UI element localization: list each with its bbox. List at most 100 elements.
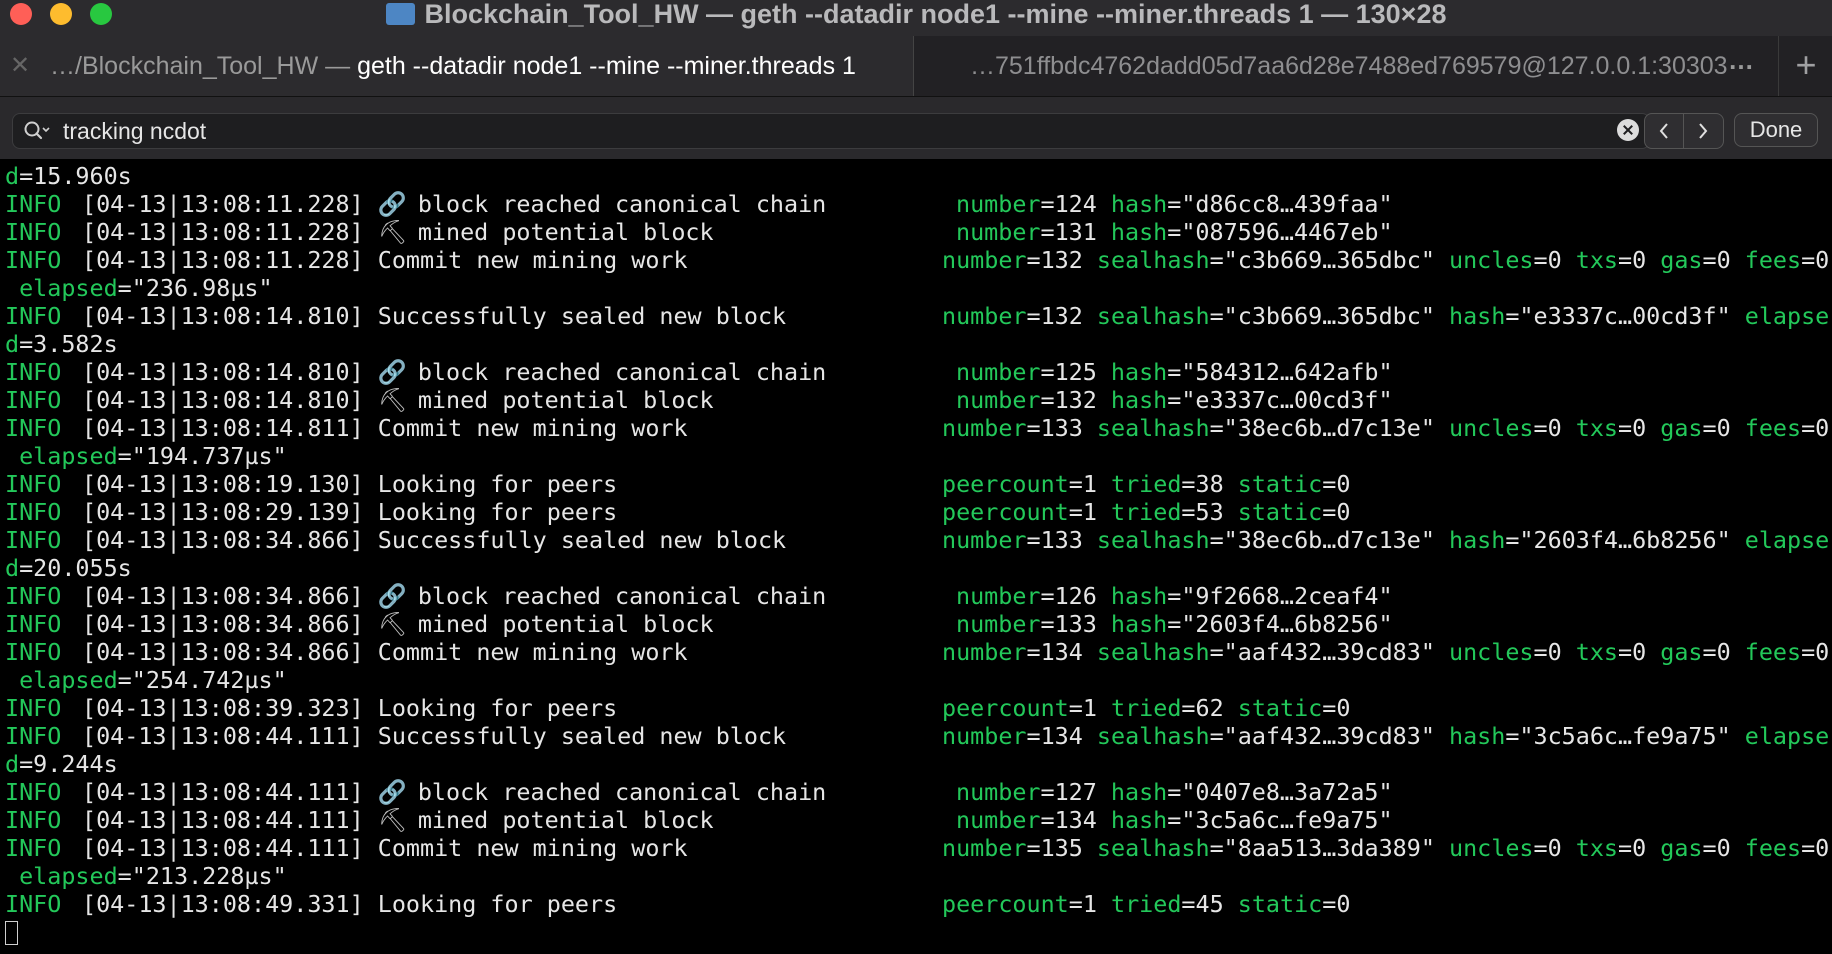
clear-icon[interactable]: [1617, 119, 1639, 141]
log-timestamp: [04-13|13:08:19.130]: [82, 470, 364, 498]
log-level: INFO: [5, 190, 62, 218]
log-field-key: fees: [1744, 246, 1802, 274]
search-input[interactable]: [63, 114, 1583, 148]
log-field-key: static: [1237, 890, 1323, 918]
log-message-text: Looking for peers: [377, 470, 618, 498]
log-field-value: ="c3b669…365dbc": [1209, 246, 1449, 274]
log-field-key: hash: [1110, 386, 1168, 414]
log-line: INFO [04-13|13:08:14.810] ⛏ mined potenti…: [0, 386, 1832, 414]
log-field-key: uncles: [1449, 834, 1534, 862]
log-field-value: =0: [1702, 414, 1745, 442]
log-field-key: fees: [1744, 834, 1802, 862]
log-timestamp: [04-13|13:08:34.866]: [82, 526, 364, 554]
log-field-value: =15.960s: [19, 162, 132, 190]
log-field-key: d: [5, 554, 20, 582]
find-previous-button[interactable]: [1645, 114, 1684, 148]
tab-geth-attach[interactable]: …751ffbdc4762dadd05d7aa6d28e7488ed769579…: [914, 36, 1754, 96]
terminal-output[interactable]: d=15.960s INFO [04-13|13:08:11.228] 🔗 bloc…: [0, 162, 1832, 954]
log-message-text: mined potential block: [417, 218, 714, 246]
log-message-text: Looking for peers: [377, 498, 618, 526]
log-line: elapsed="194.737µs": [0, 442, 1832, 470]
log-level: INFO: [5, 582, 62, 610]
log-field-value: =124: [1040, 190, 1111, 218]
log-field-value: =1: [1068, 694, 1111, 722]
log-continuation: elapsed="213.228µs": [5, 862, 287, 890]
log-timestamp: [04-13|13:08:11.228]: [82, 246, 364, 274]
log-field-value: ="236.98µs": [117, 274, 273, 302]
log-level: INFO: [5, 778, 62, 806]
log-field-key: tried: [1111, 470, 1182, 498]
log-fields: number=133 sealhash="38ec6b…d7c13e" hash…: [942, 526, 1829, 554]
log-timestamp: [04-13|13:08:14.810]: [82, 302, 364, 330]
log-line: INFO [04-13|13:08:11.228] ⛏ mined potenti…: [0, 218, 1832, 246]
log-field-key: txs: [1575, 834, 1618, 862]
log-field-key: number: [942, 526, 1027, 554]
log-field-key: sealhash: [1096, 302, 1210, 330]
log-field-value: =0: [1702, 834, 1745, 862]
log-field-value: =133: [1040, 610, 1111, 638]
log-field-key: peercount: [942, 694, 1069, 722]
log-level: INFO: [5, 526, 62, 554]
log-line: INFO [04-13|13:08:19.130] Looking for pee…: [0, 470, 1832, 498]
log-field-key: sealhash: [1096, 834, 1210, 862]
log-field-value: ="2603f4…6b8256": [1505, 526, 1745, 554]
log-field-value: ="9f2668…2ceaf4": [1167, 582, 1393, 610]
log-level: INFO: [5, 218, 62, 246]
log-message-text: Commit new mining work: [377, 414, 688, 442]
chevron-left-icon: [1659, 123, 1668, 139]
find-bar: Done: [0, 97, 1832, 159]
log-fields: number=134 sealhash="aaf432…39cd83" hash…: [942, 722, 1829, 750]
log-field-key: elapsed: [19, 442, 118, 470]
find-next-button[interactable]: [1684, 114, 1722, 148]
log-field-key: tried: [1111, 890, 1182, 918]
log-field-value: =127: [1040, 778, 1111, 806]
log-fields: number=133 sealhash="38ec6b…d7c13e" uncl…: [942, 414, 1829, 442]
log-message: [04-13|13:08:34.866] Successfully sealed…: [82, 526, 786, 554]
log-line: INFO [04-13|13:08:39.323] Looking for pee…: [0, 694, 1832, 722]
log-field-key: gas: [1660, 246, 1703, 274]
log-field-value: =0: [1533, 638, 1576, 666]
log-timestamp: [04-13|13:08:44.111]: [82, 806, 364, 834]
log-field-key: txs: [1575, 414, 1618, 442]
log-fields: number=124 hash="d86cc8…439faa": [956, 190, 1393, 218]
log-field-key: fees: [1744, 638, 1802, 666]
log-field-value: [5, 862, 19, 890]
log-message-text: mined potential block: [417, 610, 714, 638]
log-field-key: number: [942, 834, 1027, 862]
log-field-key: number: [956, 610, 1041, 638]
new-tab-button[interactable]: +: [1778, 36, 1832, 96]
log-message-text: Successfully sealed new block: [377, 722, 787, 750]
log-field-key: peercount: [942, 498, 1069, 526]
tab-geth-miner[interactable]: ✕ …/Blockchain_Tool_HW — geth --datadir …: [0, 36, 914, 96]
log-line: INFO [04-13|13:08:44.111] Commit new mini…: [0, 834, 1832, 862]
log-message-text: block reached canonical chain: [417, 190, 827, 218]
log-message-text: mined potential block: [417, 386, 714, 414]
log-line: d=3.582s: [0, 330, 1832, 358]
window-title-text: Blockchain_Tool_HW — geth --datadir node…: [424, 0, 1447, 29]
tab-close-icon[interactable]: ✕: [10, 36, 30, 96]
log-field-value: ="213.228µs": [117, 862, 287, 890]
search-field[interactable]: [12, 113, 1650, 149]
log-field-key: hash: [1110, 218, 1168, 246]
prompt-line[interactable]: [0, 918, 1832, 946]
log-field-value: =9.244s: [19, 750, 118, 778]
log-continuation: d=20.055s: [5, 554, 132, 582]
log-message-text: Commit new mining work: [377, 638, 688, 666]
log-field-key: hash: [1110, 582, 1168, 610]
search-icon[interactable]: [23, 120, 51, 142]
log-level: INFO: [5, 386, 62, 414]
log-message: [04-13|13:08:49.331] Looking for peers: [82, 890, 617, 918]
log-field-key: gas: [1660, 638, 1703, 666]
log-field-key: uncles: [1449, 414, 1534, 442]
log-fields: number=134 sealhash="aaf432…39cd83" uncl…: [942, 638, 1829, 666]
log-message: [04-13|13:08:44.111] ⛏ mined potential b…: [82, 806, 714, 834]
log-field-key: hash: [1449, 526, 1506, 554]
done-button[interactable]: Done: [1734, 113, 1818, 147]
tab-label: …751ffbdc4762dadd05d7aa6d28e7488ed769579…: [970, 52, 1728, 80]
log-line: elapsed="213.228µs": [0, 862, 1832, 890]
log-field-key: sealhash: [1096, 638, 1210, 666]
log-field-value: =133: [1026, 526, 1097, 554]
tab-overflow-icon[interactable]: …: [1728, 36, 1754, 90]
log-line: d=15.960s: [0, 162, 1832, 190]
log-field-value: ="d86cc8…439faa": [1167, 190, 1393, 218]
